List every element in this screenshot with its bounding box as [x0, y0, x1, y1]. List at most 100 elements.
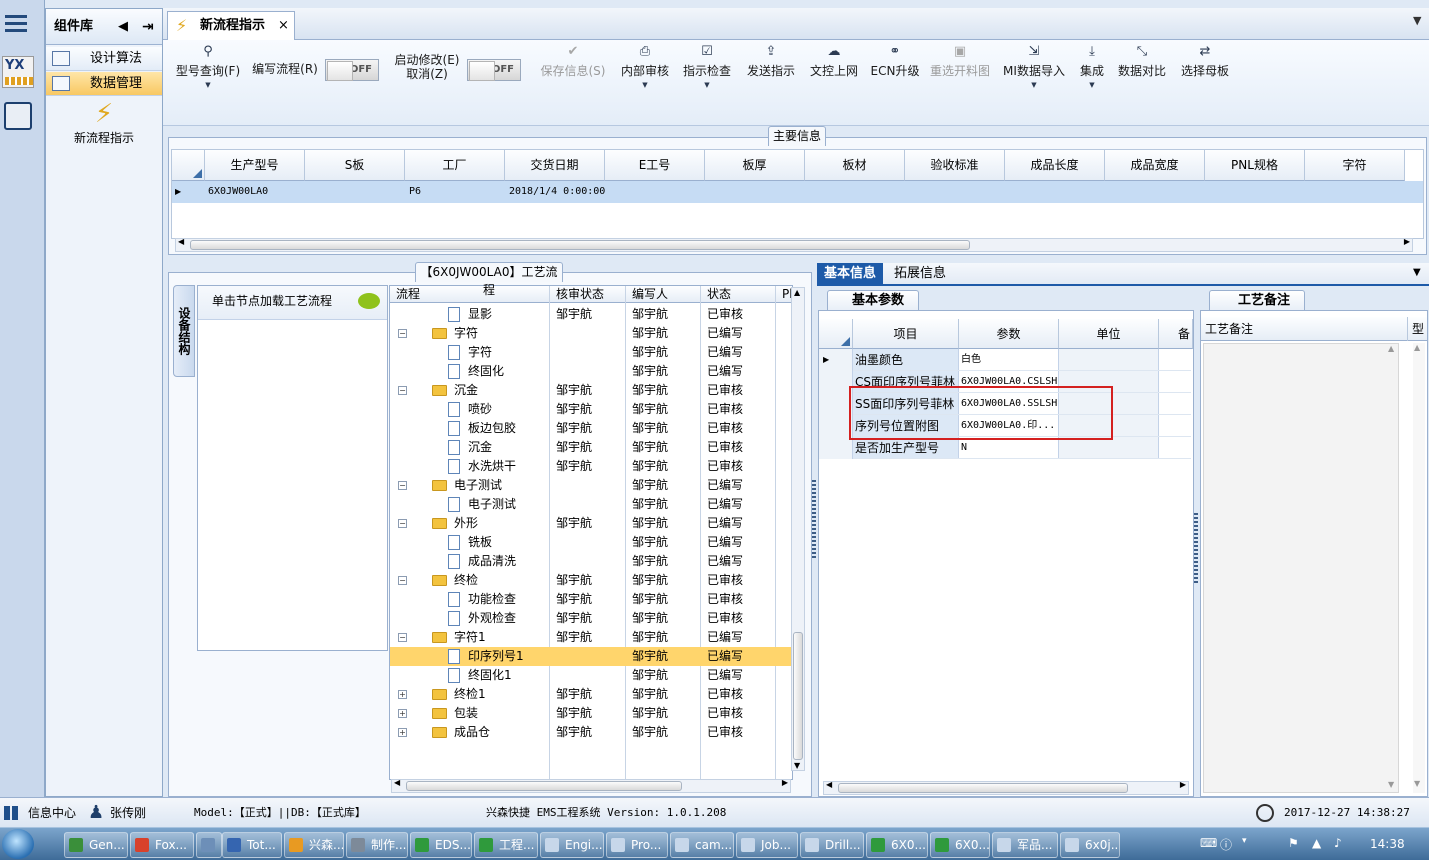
scroll-up-icon[interactable]: ▲: [794, 288, 800, 297]
col-s-board[interactable]: S板: [305, 150, 405, 181]
reselect-cut-image-button[interactable]: ▣ 重选开料图: [927, 42, 993, 104]
taskbar-item[interactable]: Drill...: [800, 832, 864, 858]
col-item[interactable]: 项目: [853, 319, 959, 349]
collapse-icon[interactable]: −: [398, 481, 407, 490]
taskbar-item[interactable]: 6X0...: [866, 832, 928, 858]
main-info-hscrollbar[interactable]: ◀ ▶: [175, 237, 1413, 252]
network-icon[interactable]: ▲: [1312, 836, 1321, 850]
tree-row[interactable]: 功能检查 邹宇航 邹宇航 已审核: [390, 590, 792, 609]
col-model[interactable]: 生产型号: [205, 150, 305, 181]
tree-row[interactable]: 铣板 邹宇航 已编写: [390, 533, 792, 552]
col-process-notes[interactable]: 工艺备注: [1205, 317, 1253, 341]
tools-app-icon[interactable]: [4, 102, 32, 130]
collapse-icon[interactable]: −: [398, 576, 407, 585]
col-char[interactable]: 字符: [1305, 150, 1405, 181]
process-notes-tab[interactable]: 工艺备注: [1209, 290, 1305, 311]
scrollbar-thumb[interactable]: [190, 240, 970, 250]
params-hscrollbar[interactable]: ◀ ▶: [823, 780, 1189, 795]
col-flow[interactable]: 流程: [396, 286, 420, 302]
param-row[interactable]: ▶ 油墨颜色 白色: [819, 349, 1191, 371]
model-search-button[interactable]: ⚲ 型号查询(F) ▼: [171, 42, 245, 104]
col-delivery-date[interactable]: 交货日期: [505, 150, 605, 181]
tree-row[interactable]: − 字符 邹宇航 已编写: [390, 324, 792, 343]
scroll-up-icon[interactable]: ▲: [1414, 343, 1420, 352]
tree-row[interactable]: 印序列号1 邹宇航 已编写: [390, 647, 792, 666]
notes-vscrollbar[interactable]: ▲ ▼: [1413, 343, 1425, 793]
instruction-check-button[interactable]: ☑ 指示检查 ▼: [679, 42, 735, 104]
col-thickness[interactable]: 板厚: [705, 150, 805, 181]
equipment-side-tab[interactable]: 设备结构: [173, 285, 195, 377]
taskbar-item[interactable]: cam...: [670, 832, 734, 858]
chevron-down-icon[interactable]: ▼: [1413, 267, 1421, 278]
col-factory[interactable]: 工厂: [405, 150, 505, 181]
tree-row[interactable]: 字符 邹宇航 已编写: [390, 343, 792, 362]
mi-data-import-button[interactable]: ⇲ MI数据导入 ▼: [1001, 42, 1067, 104]
tree-row[interactable]: 终固化1 邹宇航 已编写: [390, 666, 792, 685]
col-width[interactable]: 成品宽度: [1105, 150, 1205, 181]
basic-params-tab[interactable]: 基本参数: [827, 290, 919, 311]
chevron-down-icon[interactable]: ▾: [1242, 836, 1247, 846]
table-row[interactable]: ▶ 6X0JW00LA0 P6 2018/1/4 0:00:00: [172, 181, 1423, 203]
comp-item-data-management[interactable]: 数据管理: [46, 72, 162, 96]
taskbar-item[interactable]: EDS...: [410, 832, 472, 858]
pin-icon[interactable]: ⇥: [142, 9, 154, 45]
write-flow-button[interactable]: 编写流程(R): [249, 60, 321, 122]
taskbar-item[interactable]: Job...: [736, 832, 798, 858]
tree-row[interactable]: − 沉金 邹宇航 邹宇航 已审核: [390, 381, 792, 400]
expand-icon[interactable]: +: [398, 690, 407, 699]
scroll-down-icon[interactable]: ▼: [1388, 780, 1394, 789]
taskbar-item[interactable]: 制作...: [346, 832, 408, 858]
col-acceptance[interactable]: 验收标准: [905, 150, 1005, 181]
tree-row[interactable]: 成品清洗 邹宇航 已编写: [390, 552, 792, 571]
collapse-icon[interactable]: −: [398, 386, 407, 395]
taskbar-item[interactable]: Gen...: [64, 832, 128, 858]
data-compare-button[interactable]: ⤡ 数据对比: [1115, 42, 1169, 104]
start-modify-toggle[interactable]: OFF: [467, 59, 521, 81]
expand-icon[interactable]: +: [398, 728, 407, 737]
scroll-right-icon[interactable]: ▶: [782, 778, 788, 787]
integrate-button[interactable]: ⤓ 集成 ▼: [1075, 42, 1109, 104]
splitter-handle[interactable]: [812, 480, 816, 560]
flow-hscrollbar[interactable]: ◀ ▶: [391, 778, 791, 793]
taskbar-clock[interactable]: 14:38: [1370, 828, 1405, 860]
col-pnl[interactable]: PNL规格: [1205, 150, 1305, 181]
tree-row[interactable]: 板边包胶 邹宇航 邹宇航 已审核: [390, 419, 792, 438]
scroll-left-icon[interactable]: ◀: [394, 778, 400, 787]
param-value-cell[interactable]: 白色: [959, 349, 1059, 370]
expand-icon[interactable]: +: [398, 709, 407, 718]
start-modify-button[interactable]: 启动修改(E) 取消(Z): [391, 53, 463, 115]
col-length[interactable]: 成品长度: [1005, 150, 1105, 181]
taskbar-item[interactable]: Pro...: [606, 832, 668, 858]
scrollbar-thumb[interactable]: [406, 781, 682, 791]
col-audit-status[interactable]: 核审状态: [556, 286, 604, 302]
menu-icon[interactable]: [4, 12, 28, 34]
start-button[interactable]: [2, 829, 34, 859]
col-param[interactable]: 参数: [959, 319, 1059, 349]
help-icon[interactable]: ⓘ: [1220, 836, 1232, 853]
close-icon[interactable]: ×: [278, 12, 289, 39]
taskbar-item[interactable]: 军品...: [992, 832, 1058, 858]
doc-control-online-button[interactable]: ☁ 文控上网: [805, 42, 863, 104]
keyboard-icon[interactable]: ⌨: [1200, 836, 1217, 850]
scrollbar-thumb[interactable]: [793, 632, 803, 760]
tree-row[interactable]: 显影 邹宇航 邹宇航 已审核: [390, 305, 792, 324]
yx-app-icon[interactable]: YX: [2, 56, 34, 88]
tree-row[interactable]: 水洗烘干 邹宇航 邹宇航 已审核: [390, 457, 792, 476]
scroll-down-icon[interactable]: ▼: [1414, 779, 1420, 788]
chevron-left-icon[interactable]: ◀: [118, 9, 128, 45]
splitter-handle[interactable]: [1194, 513, 1198, 583]
tree-row[interactable]: 喷砂 邹宇航 邹宇航 已审核: [390, 400, 792, 419]
taskbar-item[interactable]: Tot...: [222, 832, 282, 858]
taskbar-item[interactable]: Engi...: [540, 832, 604, 858]
scroll-down-icon[interactable]: ▼: [794, 761, 800, 770]
col-type[interactable]: 型: [1407, 317, 1424, 341]
scroll-left-icon[interactable]: ◀: [178, 237, 184, 246]
tab-extended-info[interactable]: 拓展信息: [887, 263, 953, 285]
taskbar-item[interactable]: [196, 832, 222, 858]
param-row[interactable]: 是否加生产型号 N: [819, 437, 1191, 459]
col-e-id[interactable]: E工号: [605, 150, 705, 181]
tree-row[interactable]: − 字符1 邹宇航 邹宇航 已编写: [390, 628, 792, 647]
tab-new-flow[interactable]: ⚡ 新流程指示 ×: [167, 11, 295, 40]
scrollbar-thumb[interactable]: [838, 783, 1128, 793]
flag-icon[interactable]: ⚑: [1288, 836, 1299, 850]
